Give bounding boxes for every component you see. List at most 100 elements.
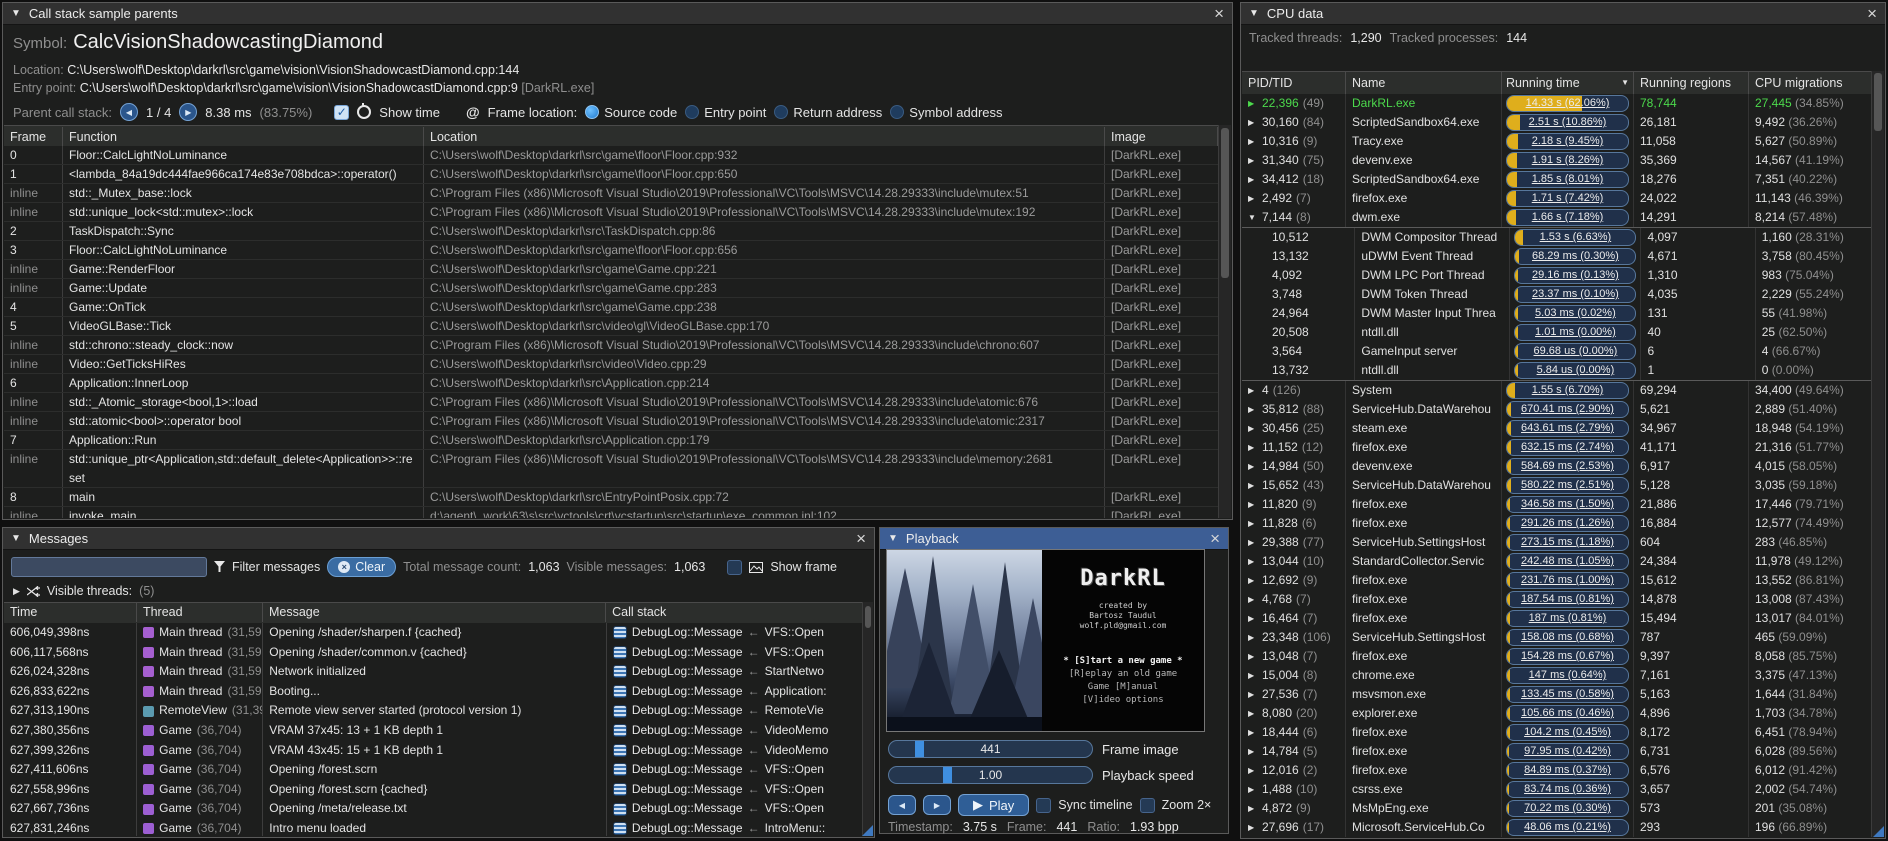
radio-icon[interactable] [585, 105, 599, 119]
callstack-icon[interactable] [613, 626, 627, 639]
cpu-process-row[interactable]: ▶ 13,048 (7) firefox.exe 154.28 ms (0.67… [1242, 647, 1872, 666]
column-pid-tid[interactable]: PID/TID [1242, 72, 1346, 94]
message-row[interactable]: 627,411,606ns Game (36,704) Opening /for… [4, 760, 863, 780]
expand-icon[interactable]: ▶ [1248, 113, 1258, 132]
expand-icon[interactable]: ▶ [1248, 132, 1258, 151]
column-running-time[interactable]: Running time ▼ [1502, 72, 1634, 94]
message-row[interactable]: 627,399,326ns Game (36,704) VRAM 43x45: … [4, 741, 863, 761]
prev-callstack-button[interactable]: ◀ [120, 103, 138, 121]
callstack-row[interactable]: 1 <lambda_84a19dc444fae966ca174e83e708bd… [4, 165, 1219, 184]
expand-icon[interactable]: ▶ [1248, 381, 1258, 400]
cpu-process-row[interactable]: ▶ 4,768 (7) firefox.exe 187.54 ms (0.81%… [1242, 590, 1872, 609]
cpu-process-row[interactable]: ▶ 4,872 (9) MsMpEng.exe 70.22 ms (0.30%)… [1242, 799, 1872, 818]
cpu-process-row[interactable]: ▶ 22,396 (49) DarkRL.exe 14.33 s (62.06%… [1242, 94, 1872, 113]
cpu-process-row[interactable]: ▶ 11,820 (9) firefox.exe 346.58 ms (1.50… [1242, 495, 1872, 514]
callstack-row[interactable]: inline std::atomic<bool>::operator bool … [4, 412, 1219, 431]
frame-location-radio[interactable]: Source code [585, 105, 677, 120]
callstack-cell[interactable]: DebugLog::Message ← IntroMenu:: [607, 819, 863, 836]
cpu-process-row[interactable]: ▶ 27,536 (7) msvsmon.exe 133.45 ms (0.58… [1242, 685, 1872, 704]
cpu-process-row[interactable]: ▶ 2,492 (7) firefox.exe 1.71 s (7.42%) 2… [1242, 189, 1872, 208]
collapse-icon[interactable]: ▼ [888, 533, 898, 544]
message-row[interactable]: 606,049,398ns Main thread (31,596) Openi… [4, 623, 863, 643]
cpu-process-row[interactable]: ▼ 7,144 (8) dwm.exe 1.66 s (7.18%) 14,29… [1242, 208, 1872, 227]
cpu-process-row[interactable]: ▶ 8,080 (20) explorer.exe 105.66 ms (0.4… [1242, 704, 1872, 723]
cpu-process-row[interactable]: ▶ 16,464 (7) firefox.exe 187 ms (0.81%) … [1242, 609, 1872, 628]
cpu-process-row[interactable]: ▶ 13,044 (10) StandardCollector.Servic 2… [1242, 552, 1872, 571]
cpu-process-row[interactable]: ▶ 27,696 (17) Microsoft.ServiceHub.Co 48… [1242, 818, 1872, 837]
cpu-process-row[interactable]: ▶ 4 (126) System 1.55 s (6.70%) 69,294 3… [1242, 380, 1872, 400]
show-frame-checkbox[interactable] [727, 560, 742, 575]
expand-icon[interactable]: ▶ [1248, 799, 1258, 818]
expand-icon[interactable]: ▶ [1248, 685, 1258, 704]
callstack-row[interactable]: inline Game::RenderFloor C:\Users\wolf\D… [4, 260, 1219, 279]
message-row[interactable]: 626,833,622ns Main thread (31,596) Booti… [4, 682, 863, 702]
callstack-icon[interactable] [613, 705, 627, 718]
expand-icon[interactable]: ▶ [1248, 666, 1258, 685]
expand-icon[interactable]: ▶ [1248, 628, 1258, 647]
cpu-process-row[interactable]: 3,748 DWM Token Thread 23.37 ms (0.10%) … [1242, 285, 1872, 304]
frame-image-slider[interactable]: 441 [888, 740, 1093, 758]
callstack-row[interactable]: inline std::_Mutex_base::lock C:\Program… [4, 184, 1219, 203]
cpu-process-row[interactable]: ▶ 1,488 (10) csrss.exe 83.74 ms (0.36%) … [1242, 780, 1872, 799]
cpu-process-row[interactable]: ▶ 12,016 (2) firefox.exe 84.89 ms (0.37%… [1242, 761, 1872, 780]
sync-timeline-checkbox[interactable] [1036, 798, 1051, 813]
cpu-process-row[interactable]: ▶ 15,004 (8) chrome.exe 147 ms (0.64%) 7… [1242, 666, 1872, 685]
callstack-row[interactable]: 4 Game::OnTick C:\Users\wolf\Desktop\dar… [4, 298, 1219, 317]
callstack-icon[interactable] [613, 685, 627, 698]
cpu-process-row[interactable]: ▶ 30,160 (84) ScriptedSandbox64.exe 2.51… [1242, 113, 1872, 132]
messages-scrollbar[interactable] [862, 602, 873, 836]
expand-icon[interactable]: ▶ [1248, 780, 1258, 799]
expand-icon[interactable]: ▶ [1248, 818, 1258, 837]
callstack-icon[interactable] [613, 803, 627, 816]
cpu-process-row[interactable]: 13,732 ntdll.dll 5.84 us (0.00%) 1 0 (0.… [1242, 361, 1872, 380]
callstack-icon[interactable] [613, 724, 627, 737]
cpu-process-row[interactable]: ▶ 34,412 (18) ScriptedSandbox64.exe 1.85… [1242, 170, 1872, 189]
cpu-process-row[interactable]: ▶ 15,652 (43) ServiceHub.DataWarehou 580… [1242, 476, 1872, 495]
expand-icon[interactable]: ▶ [1248, 189, 1258, 208]
next-frame-button[interactable]: ▶ [923, 795, 951, 815]
callstack-cell[interactable]: DebugLog::Message ← VideoMemo [607, 741, 863, 761]
callstack-cell[interactable]: DebugLog::Message ← VFS::Open [607, 643, 863, 663]
expand-icon[interactable]: ▶ [1248, 400, 1258, 419]
cpu-process-row[interactable]: ▶ 11,152 (12) firefox.exe 632.15 ms (2.7… [1242, 438, 1872, 457]
callstack-row[interactable]: 3 Floor::CalcLightNoLuminance C:\Users\w… [4, 241, 1219, 260]
message-row[interactable]: 606,117,568ns Main thread (31,596) Openi… [4, 643, 863, 663]
callstack-cell[interactable]: DebugLog::Message ← StartNetwo [607, 662, 863, 682]
show-time-checkbox[interactable]: ✓ [334, 105, 349, 120]
cpu-process-row[interactable]: 20,508 ntdll.dll 1.01 ms (0.00%) 40 25 (… [1242, 323, 1872, 342]
cpu-process-row[interactable]: 10,512 DWM Compositor Thread 1.53 s (6.6… [1242, 227, 1872, 247]
callstack-row[interactable]: 2 TaskDispatch::Sync C:\Users\wolf\Deskt… [4, 222, 1219, 241]
callstack-cell[interactable]: DebugLog::Message ← VFS::Open [607, 760, 863, 780]
expand-icon[interactable]: ▶ [1248, 571, 1258, 590]
visible-threads-row[interactable]: ▶ Visible threads: (5) [13, 584, 154, 598]
cpu-process-row[interactable]: ▶ 35,812 (88) ServiceHub.DataWarehou 670… [1242, 400, 1872, 419]
resize-handle[interactable] [862, 825, 873, 836]
expand-icon[interactable]: ▶ [1248, 476, 1258, 495]
expand-icon[interactable]: ▶ [1248, 170, 1258, 189]
prev-frame-button[interactable]: ◀ [888, 795, 916, 815]
expand-icon[interactable]: ▶ [1248, 609, 1258, 628]
callstack-icon[interactable] [613, 763, 627, 776]
expand-icon[interactable]: ▶ [1248, 704, 1258, 723]
cpu-process-row[interactable]: ▶ 31,340 (75) devenv.exe 1.91 s (8.26%) … [1242, 151, 1872, 170]
expand-icon[interactable]: ▶ [1248, 761, 1258, 780]
cpu-process-row[interactable]: ▶ 10,316 (9) Tracy.exe 2.18 s (9.45%) 11… [1242, 132, 1872, 151]
message-row[interactable]: 627,831,246ns Game (36,704) Intro menu l… [4, 819, 863, 836]
playback-speed-slider[interactable]: 1.00 [888, 766, 1093, 784]
callstack-row[interactable]: inline std::chrono::steady_clock::now C:… [4, 336, 1219, 355]
callstack-cell[interactable]: DebugLog::Message ← VFS::Open [607, 623, 863, 643]
cpu-process-row[interactable]: 3,564 GameInput server 69.68 us (0.00%) … [1242, 342, 1872, 361]
expand-icon[interactable]: ▶ [1248, 514, 1258, 533]
callstack-icon[interactable] [613, 744, 627, 757]
callstack-row[interactable]: inline std::_Atomic_storage<bool,1>::loa… [4, 393, 1219, 412]
expand-icon[interactable]: ▼ [1248, 208, 1258, 227]
play-button[interactable]: ▶ Play [958, 794, 1029, 816]
scrollbar-thumb[interactable] [1221, 128, 1229, 278]
radio-icon[interactable] [890, 105, 904, 119]
filter-input[interactable] [11, 557, 207, 577]
next-callstack-button[interactable]: ▶ [179, 103, 197, 121]
callstack-row[interactable]: 8 main C:\Users\wolf\Desktop\darkrl\src\… [4, 488, 1219, 507]
scrollbar-thumb[interactable] [1874, 73, 1882, 131]
message-row[interactable]: 627,313,190ns RemoteView (31,392) Remote… [4, 701, 863, 721]
callstack-cell[interactable]: DebugLog::Message ← VFS::Open [607, 780, 863, 800]
